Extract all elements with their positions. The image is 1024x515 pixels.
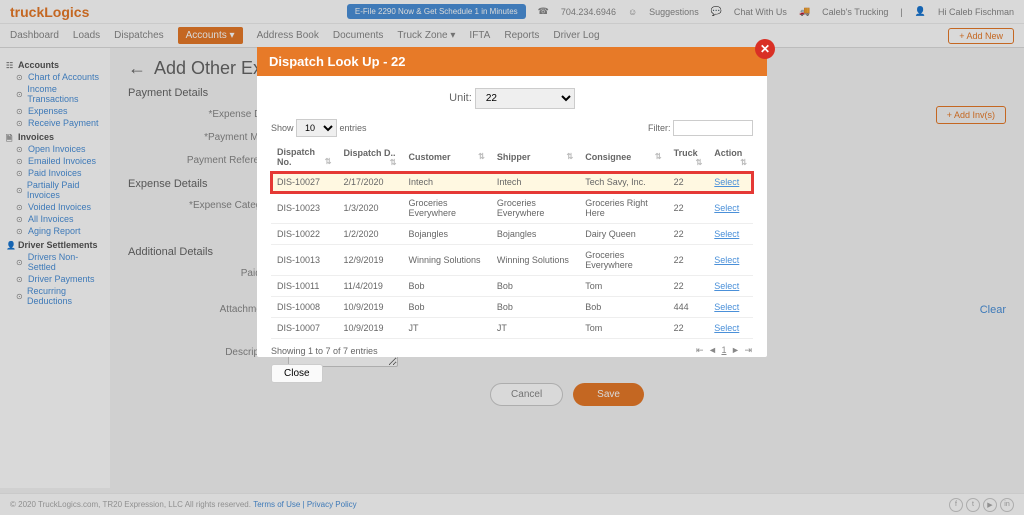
cell-date: 10/9/2019: [337, 297, 402, 318]
cell-truck: 22: [668, 193, 709, 224]
cell-date: 1/3/2020: [337, 193, 402, 224]
cell-date: 10/9/2019: [337, 318, 402, 339]
table-row: DIS-1000810/9/2019BobBobBob444Select: [271, 297, 753, 318]
table-row: DIS-1001111/4/2019BobBobTom22Select: [271, 276, 753, 297]
sort-icon[interactable]: ⇅: [740, 158, 747, 167]
cell-date: 2/17/2020: [337, 172, 402, 193]
col-2[interactable]: Customer⇅: [403, 143, 491, 172]
col-4[interactable]: Consignee⇅: [579, 143, 667, 172]
sort-icon[interactable]: ⇅: [567, 152, 574, 161]
cell-truck: 22: [668, 224, 709, 245]
cell-no: DIS-10023: [271, 193, 337, 224]
table-row: DIS-100221/2/2020BojanglesBojanglesDairy…: [271, 224, 753, 245]
select-link[interactable]: Select: [714, 302, 739, 312]
cell-truck: 22: [668, 245, 709, 276]
col-5[interactable]: Truck⇅: [668, 143, 709, 172]
cell-ship: JT: [491, 318, 579, 339]
select-link[interactable]: Select: [714, 177, 739, 187]
cell-no: DIS-10008: [271, 297, 337, 318]
table-row: DIS-1000710/9/2019JTJTTom22Select: [271, 318, 753, 339]
sort-icon[interactable]: ⇅: [390, 158, 397, 167]
cell-cust: Groceries Everywhere: [403, 193, 491, 224]
cell-cust: Bob: [403, 276, 491, 297]
sort-icon[interactable]: ⇅: [478, 152, 485, 161]
cell-cons: Bob: [579, 297, 667, 318]
sort-icon[interactable]: ⇅: [696, 158, 703, 167]
cell-ship: Winning Solutions: [491, 245, 579, 276]
cell-truck: 22: [668, 172, 709, 193]
col-6[interactable]: Action⇅: [708, 143, 753, 172]
table-info: Showing 1 to 7 of 7 entries: [271, 346, 378, 356]
cell-ship: Bob: [491, 276, 579, 297]
table-row: DIS-100231/3/2020Groceries EverywhereGro…: [271, 193, 753, 224]
cell-no: DIS-10007: [271, 318, 337, 339]
cell-ship: Intech: [491, 172, 579, 193]
cell-no: DIS-10022: [271, 224, 337, 245]
filter-wrap: Filter:: [648, 120, 753, 136]
select-link[interactable]: Select: [714, 229, 739, 239]
select-link[interactable]: Select: [714, 323, 739, 333]
cell-ship: Groceries Everywhere: [491, 193, 579, 224]
col-0[interactable]: Dispatch No.⇅: [271, 143, 337, 172]
cell-date: 12/9/2019: [337, 245, 402, 276]
select-link[interactable]: Select: [714, 281, 739, 291]
table-row: DIS-100272/17/2020IntechIntechTech Savy,…: [271, 172, 753, 193]
pager-first[interactable]: ⇤: [696, 345, 704, 355]
filter-input[interactable]: [673, 120, 753, 136]
table-row: DIS-1001312/9/2019Winning SolutionsWinni…: [271, 245, 753, 276]
cell-cust: Winning Solutions: [403, 245, 491, 276]
cell-truck: 444: [668, 297, 709, 318]
cell-no: DIS-10011: [271, 276, 337, 297]
select-link[interactable]: Select: [714, 255, 739, 265]
cell-date: 11/4/2019: [337, 276, 402, 297]
cell-cons: Tom: [579, 318, 667, 339]
pager-last[interactable]: ⇥: [744, 345, 752, 355]
dispatch-table: Dispatch No.⇅Dispatch D..⇅Customer⇅Shipp…: [271, 143, 753, 339]
unit-row: Unit: 22: [271, 88, 753, 109]
cell-cons: Groceries Everywhere: [579, 245, 667, 276]
cell-cust: Bojangles: [403, 224, 491, 245]
cell-ship: Bob: [491, 297, 579, 318]
modal-title: Dispatch Look Up - 22: [257, 47, 767, 76]
cell-cons: Tech Savy, Inc.: [579, 172, 667, 193]
modal-backdrop: ✕ Dispatch Look Up - 22 Unit: 22 Show 10…: [0, 0, 1024, 515]
col-1[interactable]: Dispatch D..⇅: [337, 143, 402, 172]
show-entries: Show 10 entries: [271, 119, 367, 137]
cell-cons: Dairy Queen: [579, 224, 667, 245]
pager-prev[interactable]: ◄: [708, 345, 717, 355]
pager: ⇤ ◄ 1 ► ⇥: [695, 345, 753, 356]
sort-icon[interactable]: ⇅: [325, 157, 332, 166]
dispatch-lookup-modal: ✕ Dispatch Look Up - 22 Unit: 22 Show 10…: [257, 47, 767, 357]
pager-next[interactable]: ►: [731, 345, 740, 355]
cell-cons: Tom: [579, 276, 667, 297]
cell-truck: 22: [668, 318, 709, 339]
pager-page[interactable]: 1: [721, 345, 726, 355]
cell-no: DIS-10027: [271, 172, 337, 193]
close-button[interactable]: Close: [271, 364, 323, 383]
cell-cust: JT: [403, 318, 491, 339]
entries-select[interactable]: 10: [296, 119, 337, 137]
cell-cust: Bob: [403, 297, 491, 318]
cell-cust: Intech: [403, 172, 491, 193]
close-icon[interactable]: ✕: [755, 39, 775, 59]
cell-cons: Groceries Right Here: [579, 193, 667, 224]
unit-label: Unit:: [449, 92, 472, 104]
cell-date: 1/2/2020: [337, 224, 402, 245]
select-link[interactable]: Select: [714, 203, 739, 213]
unit-select[interactable]: 22: [475, 88, 575, 109]
cell-truck: 22: [668, 276, 709, 297]
sort-icon[interactable]: ⇅: [655, 152, 662, 161]
cell-ship: Bojangles: [491, 224, 579, 245]
cell-no: DIS-10013: [271, 245, 337, 276]
col-3[interactable]: Shipper⇅: [491, 143, 579, 172]
